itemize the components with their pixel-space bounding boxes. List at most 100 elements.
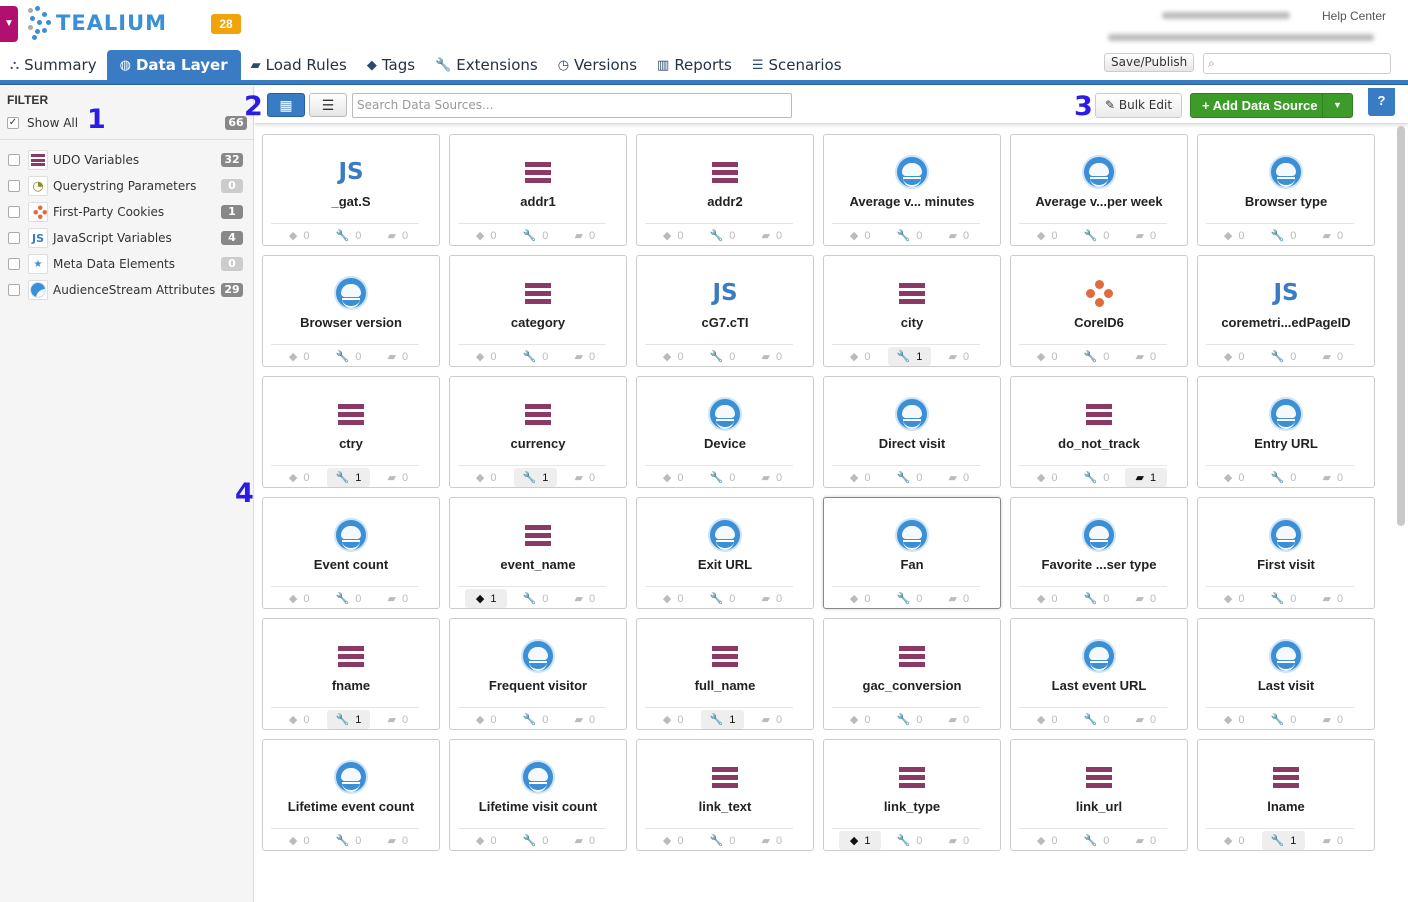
book-count[interactable]: ▰ 0 (1312, 226, 1354, 245)
book-count[interactable]: ▰ 0 (938, 589, 980, 608)
book-count[interactable]: ▰ 0 (564, 831, 606, 850)
wrench-count[interactable]: 🔧 0 (1262, 468, 1304, 487)
wrench-count[interactable]: 🔧 0 (514, 589, 556, 608)
tag-count[interactable]: ◆ 0 (652, 831, 694, 850)
data-source-card[interactable]: Frequent visitor ◆ 0 🔧 0 ▰ 0 (449, 618, 627, 730)
data-source-card[interactable]: Average v...per week ◆ 0 🔧 0 ▰ 0 (1010, 134, 1188, 246)
wrench-count[interactable]: 🔧 0 (888, 831, 930, 850)
wrench-count[interactable]: 🔧 0 (1075, 589, 1117, 608)
book-count[interactable]: ▰ 0 (751, 589, 793, 608)
help-center-link[interactable]: Help Center (1322, 9, 1386, 23)
tab-summary[interactable]: ⛬ Summary (0, 50, 107, 81)
data-source-card[interactable]: link_type ◆ 1 🔧 0 ▰ 0 (823, 739, 1001, 851)
book-count[interactable]: ▰ 0 (377, 831, 419, 850)
tag-count[interactable]: ◆ 0 (839, 226, 881, 245)
book-count[interactable]: ▰ 0 (751, 347, 793, 366)
book-count[interactable]: ▰ 0 (1125, 226, 1167, 245)
tag-count[interactable]: ◆ 0 (652, 347, 694, 366)
tag-count[interactable]: ◆ 1 (839, 831, 882, 850)
search-data-sources-input[interactable]: Search Data Sources... (352, 93, 792, 118)
data-source-card[interactable]: Event count ◆ 0 🔧 0 ▰ 0 (262, 497, 440, 609)
data-source-card[interactable]: Last event URL ◆ 0 🔧 0 ▰ 0 (1010, 618, 1188, 730)
tag-count[interactable]: ◆ 0 (278, 831, 320, 850)
wrench-count[interactable]: 🔧 1 (701, 710, 744, 729)
wrench-count[interactable]: 🔧 1 (1262, 831, 1305, 850)
book-count[interactable]: ▰ 1 (1124, 468, 1167, 487)
filter-item-js[interactable]: JS JavaScript Variables 4 (8, 225, 243, 251)
show-all-filter[interactable]: ✓ Show All 66 (7, 116, 247, 130)
filter-item-as[interactable]: AudienceStream Attributes 29 (8, 277, 243, 303)
filter-checkbox[interactable] (8, 206, 20, 218)
filter-checkbox[interactable] (8, 232, 20, 244)
book-count[interactable]: ▰ 0 (938, 347, 980, 366)
wrench-count[interactable]: 🔧 1 (327, 468, 370, 487)
save-publish-button[interactable]: Save/Publish (1104, 53, 1195, 72)
data-source-card[interactable]: addr1 ◆ 0 🔧 0 ▰ 0 (449, 134, 627, 246)
data-source-card[interactable]: Fan ◆ 0 🔧 0 ▰ 0 (823, 497, 1001, 609)
tag-count[interactable]: ◆ 0 (1026, 226, 1068, 245)
filter-checkbox[interactable] (8, 154, 20, 166)
data-source-card[interactable]: link_text ◆ 0 🔧 0 ▰ 0 (636, 739, 814, 851)
tag-count[interactable]: ◆ 0 (652, 468, 694, 487)
account-profile-version-blurred[interactable] (1108, 34, 1374, 41)
wrench-count[interactable]: 🔧 1 (327, 710, 370, 729)
tag-count[interactable]: ◆ 0 (1213, 226, 1255, 245)
wrench-count[interactable]: 🔧 0 (1075, 468, 1117, 487)
wrench-count[interactable]: 🔧 0 (1075, 710, 1117, 729)
add-data-source-dropdown[interactable]: ▼ (1322, 94, 1352, 117)
tag-count[interactable]: ◆ 0 (1026, 589, 1068, 608)
data-source-card[interactable]: Lifetime event count ◆ 0 🔧 0 ▰ 0 (262, 739, 440, 851)
wrench-count[interactable]: 🔧 0 (888, 710, 930, 729)
tab-reports[interactable]: ▥ Reports (647, 50, 742, 81)
help-button[interactable]: ? (1368, 88, 1395, 116)
data-source-card[interactable]: Last visit ◆ 0 🔧 0 ▰ 0 (1197, 618, 1375, 730)
tag-count[interactable]: ◆ 0 (1213, 831, 1255, 850)
wrench-count[interactable]: 🔧 0 (701, 347, 743, 366)
book-count[interactable]: ▰ 0 (1312, 831, 1354, 850)
scrollbar[interactable] (1397, 126, 1405, 526)
wrench-count[interactable]: 🔧 0 (701, 226, 743, 245)
filter-item-meta[interactable]: ★ Meta Data Elements 0 (8, 251, 243, 277)
book-count[interactable]: ▰ 0 (377, 347, 419, 366)
wrench-count[interactable]: 🔧 0 (888, 226, 930, 245)
book-count[interactable]: ▰ 0 (751, 226, 793, 245)
tag-count[interactable]: ◆ 0 (278, 468, 320, 487)
data-source-card[interactable]: CoreID6 ◆ 0 🔧 0 ▰ 0 (1010, 255, 1188, 367)
wrench-count[interactable]: 🔧 0 (514, 226, 556, 245)
wrench-count[interactable]: 🔧 0 (514, 347, 556, 366)
data-source-card[interactable]: First visit ◆ 0 🔧 0 ▰ 0 (1197, 497, 1375, 609)
book-count[interactable]: ▰ 0 (938, 831, 980, 850)
wrench-count[interactable]: 🔧 0 (1262, 589, 1304, 608)
wrench-count[interactable]: 🔧 0 (1075, 831, 1117, 850)
data-source-card[interactable]: Favorite ...ser type ◆ 0 🔧 0 ▰ 0 (1010, 497, 1188, 609)
tag-count[interactable]: ◆ 0 (839, 468, 881, 487)
book-count[interactable]: ▰ 0 (564, 226, 606, 245)
book-count[interactable]: ▰ 0 (377, 468, 419, 487)
book-count[interactable]: ▰ 0 (377, 589, 419, 608)
tab-scenarios[interactable]: ☰ Scenarios (742, 50, 852, 81)
book-count[interactable]: ▰ 0 (1125, 710, 1167, 729)
data-source-card[interactable]: Device ◆ 0 🔧 0 ▰ 0 (636, 376, 814, 488)
wrench-count[interactable]: 🔧 0 (888, 589, 930, 608)
tag-count[interactable]: ◆ 0 (1213, 468, 1255, 487)
bulk-edit-button[interactable]: ✎ Bulk Edit (1095, 93, 1183, 118)
tag-count[interactable]: ◆ 0 (465, 710, 507, 729)
tag-count[interactable]: ◆ 0 (465, 468, 507, 487)
wrench-count[interactable]: 🔧 0 (1262, 347, 1304, 366)
user-email-blurred[interactable] (1162, 12, 1290, 19)
data-source-card[interactable]: currency ◆ 0 🔧 1 ▰ 0 (449, 376, 627, 488)
book-count[interactable]: ▰ 0 (751, 710, 793, 729)
tab-versions[interactable]: ◷ Versions (548, 50, 647, 81)
data-source-card[interactable]: Browser version ◆ 0 🔧 0 ▰ 0 (262, 255, 440, 367)
data-source-card[interactable]: do_not_track ◆ 0 🔧 0 ▰ 1 (1010, 376, 1188, 488)
tag-count[interactable]: ◆ 0 (465, 831, 507, 850)
book-count[interactable]: ▰ 0 (1125, 589, 1167, 608)
book-count[interactable]: ▰ 0 (564, 468, 606, 487)
data-source-card[interactable]: ctry ◆ 0 🔧 1 ▰ 0 (262, 376, 440, 488)
data-source-card[interactable]: city ◆ 0 🔧 1 ▰ 0 (823, 255, 1001, 367)
book-count[interactable]: ▰ 0 (377, 226, 419, 245)
tag-count[interactable]: ◆ 0 (652, 710, 694, 729)
data-source-card[interactable]: full_name ◆ 0 🔧 1 ▰ 0 (636, 618, 814, 730)
wrench-count[interactable]: 🔧 0 (327, 831, 369, 850)
book-count[interactable]: ▰ 0 (1312, 710, 1354, 729)
